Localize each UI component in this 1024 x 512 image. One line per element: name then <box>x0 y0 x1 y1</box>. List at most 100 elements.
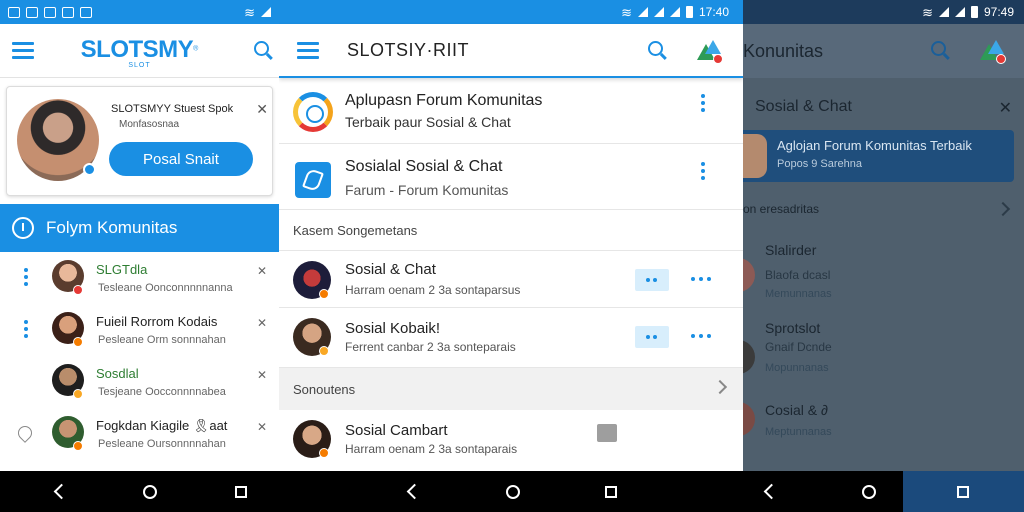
list-item-subtitle: Tesleane Oonconnnnnanna <box>98 282 233 294</box>
back-icon <box>407 485 419 499</box>
list-item-title: SLGTdla <box>96 262 148 277</box>
chat-row[interactable]: Sosial Kobaik! Ferrent canbar 2 3a sonte… <box>279 308 743 368</box>
more-vert-icon[interactable] <box>701 162 705 180</box>
list-item[interactable]: Slalirder Blaofa dcasl Memunnanas <box>743 228 1024 312</box>
profile-action-button[interactable]: Posal Snait <box>109 142 253 176</box>
section-header[interactable]: on eresadritas <box>743 182 1024 228</box>
signal-icon <box>938 7 949 17</box>
more-vert-icon[interactable] <box>24 268 28 286</box>
list-item[interactable]: Sprotslot Gnaif Dcnde Mopunnanas <box>743 312 1024 396</box>
avatar <box>743 402 755 436</box>
list-item-subtitle: Farum - Forum Komunitas <box>345 182 509 198</box>
chat-title: Sosial Kobaik! <box>345 320 441 337</box>
search-icon[interactable] <box>648 41 663 56</box>
clock-icon <box>12 217 34 239</box>
brand-registered-mark: ® <box>193 45 199 53</box>
recents-button[interactable] <box>211 471 271 512</box>
section-header[interactable]: Sonoutens <box>279 368 743 410</box>
app-logo-icon[interactable] <box>695 38 723 64</box>
status-bar: ≋ <box>0 0 279 24</box>
chat-title: Sosial & Chat <box>345 261 436 278</box>
back-button[interactable] <box>30 471 90 512</box>
chevron-right-icon[interactable] <box>995 201 1011 217</box>
chat-logo-icon <box>295 162 331 198</box>
list-item[interactable]: Sosdlal Tesjeane Oocconnnnabea ✕ <box>0 356 279 408</box>
heart-icon[interactable] <box>15 423 35 443</box>
close-icon[interactable]: ✕ <box>257 316 267 330</box>
list-item-title: Sosialal Sosial & Chat <box>345 158 503 175</box>
close-icon[interactable]: ✕ <box>256 101 268 118</box>
search-icon[interactable] <box>254 41 269 56</box>
home-button[interactable] <box>120 471 180 512</box>
list-item-subtitle: Pesleane Oursonnnnahan <box>98 438 226 450</box>
back-button[interactable] <box>383 471 443 512</box>
card-title: Aglojan Forum Komunitas Terbaik <box>777 138 972 153</box>
highlight-card[interactable]: Aglojan Forum Komunitas Terbaik Popos 9 … <box>743 130 1014 182</box>
list-item-title: Fogkdan Kiagile 🎗aat <box>96 418 228 433</box>
list-item[interactable]: Fuieil Rorrom Kodais Pesleane Orm sonnna… <box>0 304 279 356</box>
list-item-subtitle: Pesleane Orm sonnnahan <box>98 334 226 346</box>
back-button[interactable] <box>740 471 800 512</box>
list-item[interactable]: Aplupasn Forum Komunitas Terbaik paur So… <box>279 78 743 144</box>
recents-button[interactable] <box>933 471 993 512</box>
list-item-subtitle: Terbaik paur Sosial & Chat <box>345 114 511 130</box>
chevron-right-icon[interactable] <box>712 379 728 395</box>
status-badge <box>73 389 83 399</box>
list-item-meta: Meptunnanas <box>765 426 832 438</box>
close-icon[interactable]: ✕ <box>257 420 267 434</box>
close-icon[interactable]: ✕ <box>257 368 267 382</box>
list-item-subtitle: Blaofa dcasl <box>765 268 831 282</box>
chat-row[interactable]: Sosial Cambart Harram oenam 2 3a sontapa… <box>279 410 743 468</box>
brand-logo: SLOTSMY® SLOT <box>0 36 279 69</box>
profile-subtitle: Monfasosnaa <box>119 119 180 130</box>
card-subtitle: Popos 9 Sarehna <box>777 158 863 170</box>
status-time: 97:49 <box>983 5 1014 19</box>
forum-banner[interactable]: Folym Komunitas <box>0 204 279 252</box>
list-item-title: Aplupasn Forum Komunitas <box>345 92 543 109</box>
close-icon[interactable]: ✕ <box>257 264 267 278</box>
list-item[interactable]: Cosial & ∂ Meptunnanas <box>743 396 1024 456</box>
recents-icon <box>605 485 617 498</box>
status-badge <box>319 289 329 299</box>
list-item-title: Fuieil Rorrom Kodais <box>96 314 218 329</box>
verified-icon <box>83 163 96 176</box>
list-item-title: Cosial & ∂ <box>765 402 828 418</box>
status-bar: ≋ 97:49 <box>743 0 1024 24</box>
more-horiz-icon[interactable] <box>691 277 711 281</box>
list-item[interactable]: Fogkdan Kiagile 🎗aat Pesleane Oursonnnna… <box>0 408 279 460</box>
image-icon[interactable] <box>597 424 617 442</box>
notification-icon <box>44 6 56 18</box>
chat-row[interactable]: Sosial & Chat Harram oenam 2 3a sontapar… <box>279 250 743 308</box>
list-item[interactable]: SLGTdla Tesleane Oonconnnnnanna ✕ <box>0 252 279 304</box>
status-badge <box>73 337 83 347</box>
home-icon <box>506 484 520 499</box>
chat-subtitle: Harram oenam 2 3a sontaparais <box>345 442 518 456</box>
home-button[interactable] <box>839 471 899 512</box>
more-vert-icon[interactable] <box>701 94 705 112</box>
brand-tagline: SLOT <box>128 62 151 69</box>
brand-name: SLOTSMY <box>80 36 194 63</box>
avatar <box>743 258 755 292</box>
close-icon[interactable]: ✕ <box>999 98 1012 118</box>
signal-icon <box>637 7 648 17</box>
app-logo-icon[interactable] <box>978 38 1006 64</box>
home-icon <box>143 484 157 499</box>
chat-subtitle: Ferrent canbar 2 3a sonteparais <box>345 340 516 354</box>
status-badge <box>73 285 83 295</box>
menu-icon[interactable] <box>297 41 319 59</box>
right-screen: ≋ 97:49 Konunitas Sosial & Chat ✕ Agloja… <box>743 0 1024 471</box>
wifi-icon: ≋ <box>621 4 632 20</box>
list-item-title: Sosdlal <box>96 366 139 381</box>
app-title: SLOTSIY·RIIT <box>347 39 470 60</box>
more-vert-icon[interactable] <box>24 320 28 338</box>
home-button[interactable] <box>483 471 543 512</box>
tag-chip[interactable] <box>635 326 669 348</box>
tag-chip[interactable] <box>635 269 669 291</box>
more-horiz-icon[interactable] <box>691 334 711 338</box>
battery-icon <box>970 6 978 18</box>
avatar <box>743 340 755 374</box>
list-item[interactable]: Sosialal Sosial & Chat Farum - Forum Kom… <box>279 144 743 210</box>
recents-button[interactable] <box>581 471 641 512</box>
search-icon[interactable] <box>931 41 946 56</box>
status-badge <box>319 346 329 356</box>
